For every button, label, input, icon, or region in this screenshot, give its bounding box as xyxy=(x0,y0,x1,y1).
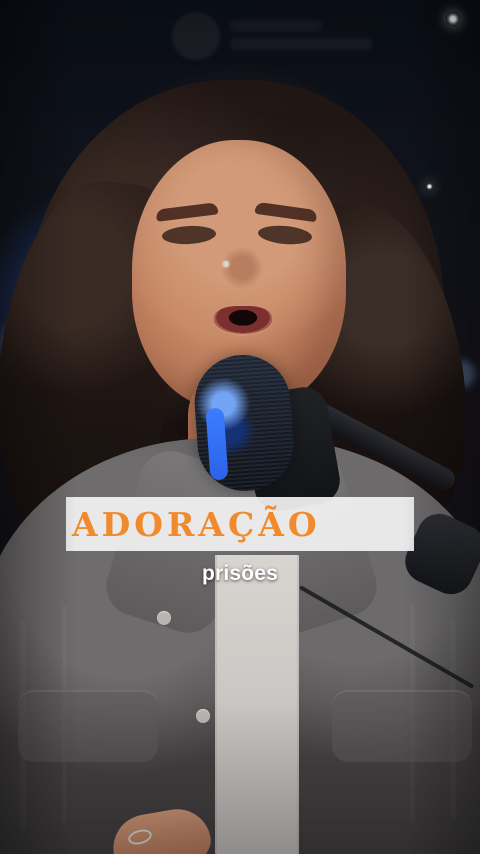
title-text: ADORAÇÃO xyxy=(72,504,321,544)
video-scene xyxy=(0,0,480,854)
caption-text: prisões xyxy=(201,562,279,585)
microphone xyxy=(0,0,480,854)
title-overlay: ADORAÇÃO xyxy=(66,497,414,551)
mic-cable xyxy=(299,585,475,689)
video-frame: ADORAÇÃO prisões xyxy=(0,0,480,854)
